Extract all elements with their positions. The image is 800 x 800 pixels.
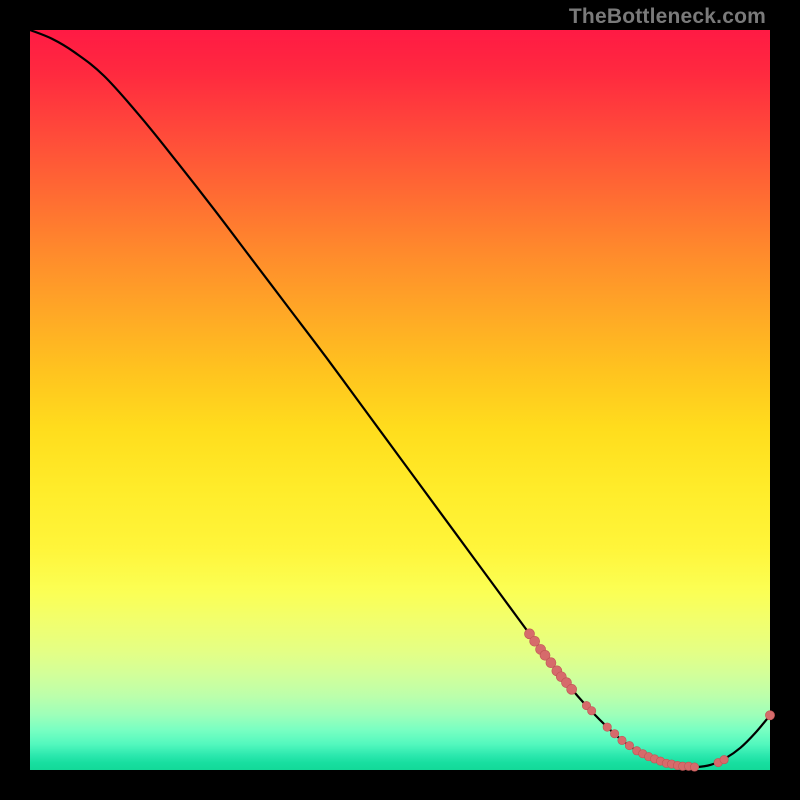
scatter-point <box>603 723 611 731</box>
plot-area <box>30 30 770 770</box>
scatter-point <box>625 741 633 749</box>
scatter-point <box>567 684 577 694</box>
chart-svg <box>30 30 770 770</box>
scatter-point <box>690 763 698 771</box>
watermark-text: TheBottleneck.com <box>569 6 766 27</box>
scatter-point <box>618 736 626 744</box>
scatter-point <box>765 711 774 720</box>
bottleneck-curve <box>30 30 770 767</box>
chart-stage: TheBottleneck.com <box>0 0 800 800</box>
scatter-point <box>610 730 618 738</box>
scatter-point <box>587 707 595 715</box>
scatter-point <box>720 755 728 763</box>
